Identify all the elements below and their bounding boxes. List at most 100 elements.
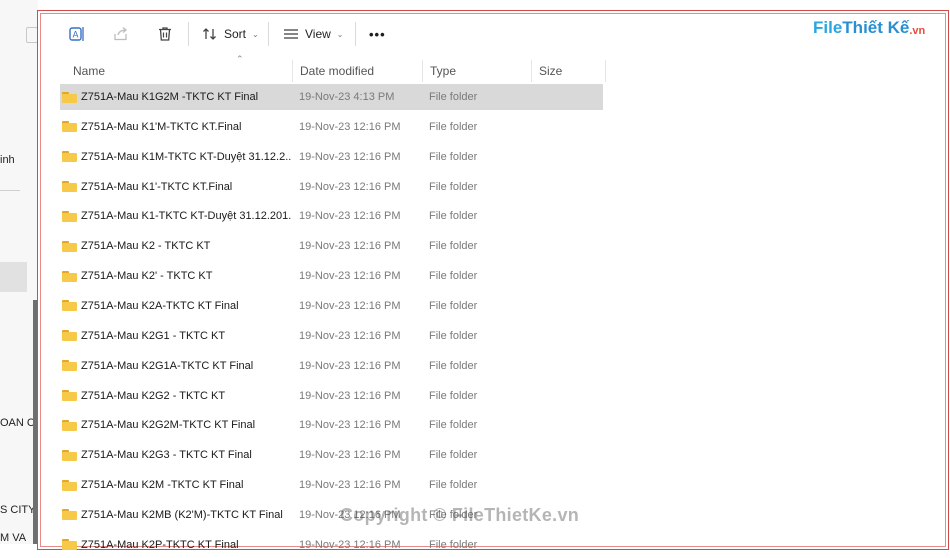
file-row[interactable]: Z751A-Mau K2G2M-TKTC KT Final 19-Nov-23 1… (60, 412, 603, 438)
file-type: File folder (429, 359, 478, 372)
folder-icon (62, 330, 77, 342)
folder-icon (62, 240, 77, 252)
file-row[interactable]: Z751A-Mau K2G3 - TKTC KT Final 19-Nov-23 … (60, 442, 603, 468)
file-name: Z751A-Mau K2MB (K2'M)-TKTC KT Final (81, 508, 283, 521)
logo-part-file: File (813, 18, 843, 37)
toolbar-divider (188, 22, 189, 46)
copyright-watermark: Copyright © FileThietKe.vn (340, 505, 580, 525)
folder-icon (62, 449, 77, 461)
file-name: Z751A-Mau K2G1A-TKTC KT Final (81, 359, 254, 372)
file-type: File folder (429, 538, 478, 551)
nav-item-fragment[interactable]: OAN C (0, 417, 35, 429)
file-row[interactable]: Z751A-Mau K2M -TKTC KT Final 19-Nov-23 12… (60, 472, 603, 498)
file-type: File folder (429, 479, 478, 492)
file-name-cell: Z751A-Mau K1M-TKTC KT-Duyệt 31.12.2... (62, 151, 292, 163)
toolbar-divider (355, 22, 356, 46)
file-name: Z751A-Mau K2 - TKTC KT (81, 240, 211, 253)
nav-divider (0, 190, 20, 191)
file-name-cell: Z751A-Mau K2P-TKTC KT Final (62, 539, 292, 551)
folder-icon (62, 181, 77, 193)
nav-item-selected[interactable] (0, 262, 27, 292)
file-row[interactable]: Z751A-Mau K1'M-TKTC KT.Final 19-Nov-23 12… (60, 114, 603, 140)
column-header-type[interactable]: Type (423, 60, 532, 82)
sort-icon (203, 28, 216, 40)
file-row[interactable]: Z751A-Mau K1'-TKTC KT.Final 19-Nov-23 12:… (60, 174, 603, 200)
file-name-cell: Z751A-Mau K2G2 - TKTC KT (62, 390, 292, 402)
file-row[interactable]: Z751A-Mau K2 - TKTC KT 19-Nov-23 12:16 PM… (60, 233, 603, 259)
date-modified: 19-Nov-23 12:16 PM (299, 270, 401, 283)
file-type: File folder (429, 150, 478, 163)
file-row[interactable]: Z751A-Mau K2G1A-TKTC KT Final 19-Nov-23 1… (60, 353, 603, 379)
date-modified: 19-Nov-23 12:16 PM (299, 120, 401, 133)
nav-item-fragment[interactable]: M VA (0, 532, 26, 544)
column-header-label: Name (73, 64, 106, 78)
folder-icon (62, 300, 77, 312)
svg-text:A: A (72, 30, 78, 40)
file-name-cell: Z751A-Mau K2' - TKTC KT (62, 270, 292, 282)
file-name-cell: Z751A-Mau K1'M-TKTC KT.Final (62, 121, 292, 133)
file-type: File folder (429, 419, 478, 432)
folder-icon (62, 479, 77, 491)
more-options-button[interactable]: ••• (369, 20, 386, 48)
file-row[interactable]: Z751A-Mau K2A-TKTC KT Final 19-Nov-23 12:… (60, 293, 603, 319)
file-name: Z751A-Mau K2G2M-TKTC KT Final (81, 419, 256, 432)
folder-icon (62, 210, 77, 222)
file-type: File folder (429, 180, 478, 193)
file-name: Z751A-Mau K2A-TKTC KT Final (81, 299, 239, 312)
file-type: File folder (429, 270, 478, 283)
file-name-cell: Z751A-Mau K2G2M-TKTC KT Final (62, 419, 292, 431)
file-name: Z751A-Mau K2P-TKTC KT Final (81, 538, 239, 551)
file-name-cell: Z751A-Mau K2MB (K2'M)-TKTC KT Final (62, 509, 292, 521)
date-modified: 19-Nov-23 12:16 PM (299, 180, 401, 193)
file-row[interactable]: Z751A-Mau K2G1 - TKTC KT 19-Nov-23 12:16 … (60, 323, 603, 349)
file-name: Z751A-Mau K2' - TKTC KT (81, 270, 213, 283)
column-header-size[interactable]: Size (532, 60, 606, 82)
file-name: Z751A-Mau K1'M-TKTC KT.Final (81, 120, 242, 133)
file-row[interactable]: Z751A-Mau K2' - TKTC KT 19-Nov-23 12:16 P… (60, 263, 603, 289)
folder-icon (62, 121, 77, 133)
share-button[interactable] (106, 19, 136, 49)
date-modified: 19-Nov-23 12:16 PM (299, 419, 401, 432)
rename-button[interactable]: A (62, 19, 92, 49)
share-icon (114, 27, 128, 41)
folder-icon (62, 360, 77, 372)
file-row[interactable]: Z751A-Mau K1G2M -TKTC KT Final 19-Nov-23 … (60, 84, 603, 110)
rename-icon: A (69, 27, 84, 41)
file-name: Z751A-Mau K1G2M -TKTC KT Final (81, 91, 259, 103)
view-button[interactable]: View ⌄ (283, 20, 344, 48)
nav-item-fragment[interactable]: inh (0, 154, 15, 166)
delete-button[interactable] (150, 19, 180, 49)
date-modified: 19-Nov-23 12:16 PM (299, 240, 401, 253)
file-row[interactable]: Z751A-Mau K2P-TKTC KT Final 19-Nov-23 12:… (60, 532, 603, 558)
view-label: View (305, 27, 331, 41)
file-name: Z751A-Mau K1-TKTC KT-Duyệt 31.12.201... (81, 210, 292, 223)
file-name: Z751A-Mau K2G2 - TKTC KT (81, 389, 226, 402)
file-name: Z751A-Mau K1M-TKTC KT-Duyệt 31.12.2... (81, 150, 292, 163)
file-type: File folder (429, 240, 478, 253)
column-header-date[interactable]: Date modified (293, 60, 423, 82)
file-type: File folder (429, 120, 478, 133)
sort-button[interactable]: Sort ⌄ (202, 20, 259, 48)
more-icon: ••• (369, 26, 386, 42)
file-name-cell: Z751A-Mau K1-TKTC KT-Duyệt 31.12.201... (62, 210, 292, 222)
file-name-cell: Z751A-Mau K2 - TKTC KT (62, 240, 292, 252)
date-modified: 19-Nov-23 12:16 PM (299, 150, 401, 163)
file-row[interactable]: Z751A-Mau K1-TKTC KT-Duyệt 31.12.201... 1… (60, 203, 603, 229)
navigation-pane: inh OAN C S CITY M VA (0, 0, 38, 544)
column-header-name[interactable]: Name (66, 60, 293, 82)
view-icon (284, 29, 298, 39)
file-type: File folder (429, 210, 478, 223)
file-type: File folder (429, 91, 478, 103)
folder-icon (62, 390, 77, 401)
date-modified: 19-Nov-23 12:16 PM (299, 329, 401, 342)
file-type: File folder (429, 449, 478, 462)
folder-icon (62, 151, 77, 163)
file-name-cell: Z751A-Mau K1G2M -TKTC KT Final (62, 91, 292, 103)
date-modified: 19-Nov-23 12:16 PM (299, 359, 401, 372)
column-header-label: Size (539, 64, 563, 78)
toolbar-divider (268, 22, 269, 46)
nav-item-fragment[interactable]: S CITY (0, 504, 35, 516)
file-row[interactable]: Z751A-Mau K1M-TKTC KT-Duyệt 31.12.2... 19… (60, 144, 603, 170)
folder-icon (62, 539, 77, 551)
file-row[interactable]: Z751A-Mau K2G2 - TKTC KT 19-Nov-23 12:16 … (60, 383, 603, 409)
